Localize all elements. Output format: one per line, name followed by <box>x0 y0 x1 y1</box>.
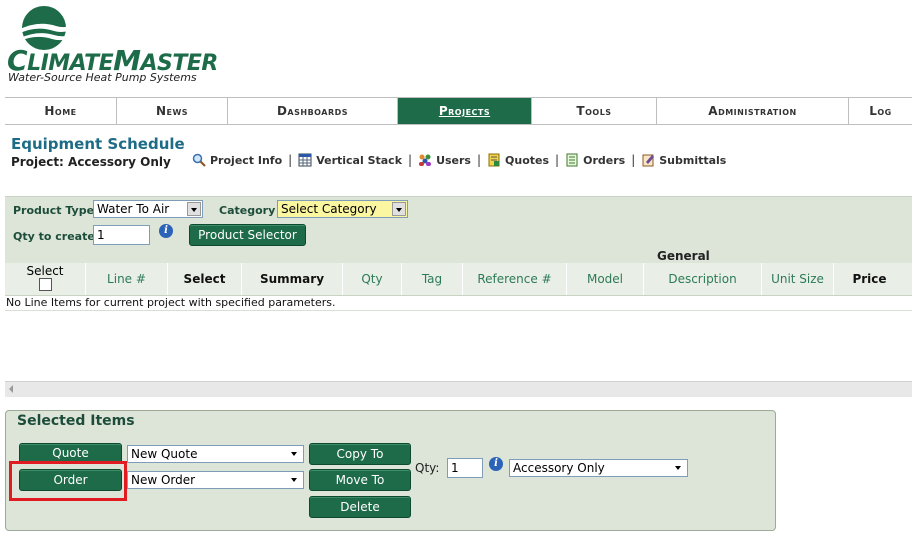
selected-qty-label: Qty: <box>415 461 440 475</box>
column-select: Select <box>167 263 241 295</box>
product-type-label: Product Type <box>13 204 95 217</box>
order-select-value: New Order <box>131 473 196 487</box>
delete-button[interactable]: Delete <box>309 496 411 518</box>
project-links: Project Info | Vertical Stack | Users | … <box>192 153 732 167</box>
link-project-info[interactable]: Project Info <box>192 153 282 167</box>
link-separator: | <box>555 153 560 167</box>
category-label: Category <box>219 204 276 217</box>
link-separator: | <box>476 153 482 167</box>
link-orders[interactable]: Orders <box>565 153 625 167</box>
main-nav: Home News Dashboards Projects Tools Admi… <box>5 97 912 125</box>
qty-to-create-input[interactable]: 1 <box>93 225 150 245</box>
link-submittals[interactable]: Submittals <box>641 153 726 167</box>
move-to-button[interactable]: Move To <box>309 469 411 491</box>
empty-grid-message: No Line Items for current project with s… <box>6 296 336 309</box>
select-all-column: Select <box>5 263 85 295</box>
link-quotes[interactable]: Quotes <box>487 153 549 167</box>
selected-qty-input[interactable]: 1 <box>447 458 483 478</box>
column-qty[interactable]: Qty <box>342 263 401 295</box>
brand-tagline: Water-Source Heat Pump Systems <box>8 71 197 84</box>
column-line-number[interactable]: Line # <box>85 263 167 295</box>
copy-to-button[interactable]: Copy To <box>309 443 411 465</box>
link-separator: | <box>288 153 293 167</box>
category-value: Select Category <box>281 202 377 216</box>
nav-log[interactable]: Log <box>849 98 912 124</box>
scroll-left-arrow-icon[interactable] <box>9 385 13 393</box>
target-project-value: Accessory Only <box>513 461 605 475</box>
column-summary: Summary <box>241 263 342 295</box>
chevron-down-icon <box>187 202 201 216</box>
column-tag[interactable]: Tag <box>401 263 462 295</box>
nav-projects[interactable]: Projects <box>398 98 532 124</box>
nav-tools[interactable]: Tools <box>532 98 657 124</box>
chevron-down-icon <box>288 473 302 487</box>
order-select[interactable]: New Order <box>127 471 304 489</box>
order-button-highlight <box>9 461 127 501</box>
quote-doc-icon <box>488 153 500 167</box>
qty-to-create-label: Qty to create <box>13 230 95 243</box>
column-reference[interactable]: Reference # <box>462 263 566 295</box>
project-name: Project: Accessory Only <box>11 155 171 169</box>
column-description[interactable]: Description <box>643 263 761 295</box>
product-type-select[interactable]: Water To Air <box>93 200 203 218</box>
link-separator: | <box>631 153 636 167</box>
grid-divider <box>5 310 912 311</box>
horizontal-scrollbar[interactable] <box>5 381 912 397</box>
grid-icon <box>298 153 312 167</box>
select-all-checkbox[interactable] <box>38 278 52 291</box>
grid-group-header-row <box>5 248 912 263</box>
chevron-down-icon <box>672 461 686 475</box>
chevron-down-icon <box>392 202 406 216</box>
product-type-value: Water To Air <box>97 202 170 216</box>
nav-news[interactable]: News <box>117 98 228 124</box>
category-select[interactable]: Select Category <box>277 200 408 218</box>
quote-select[interactable]: New Quote <box>127 445 304 463</box>
magnifier-icon <box>192 153 206 167</box>
column-unit-size[interactable]: Unit Size <box>761 263 833 295</box>
target-project-select[interactable]: Accessory Only <box>509 459 688 477</box>
nav-administration[interactable]: Administration <box>657 98 849 124</box>
select-all-label: Select <box>26 264 64 278</box>
link-users[interactable]: Users <box>418 153 471 167</box>
nav-dashboards[interactable]: Dashboards <box>228 98 398 124</box>
page-title: Equipment Schedule <box>11 135 185 153</box>
nav-home[interactable]: Home <box>5 98 117 124</box>
info-icon[interactable]: i <box>159 224 173 238</box>
submittals-icon <box>642 154 655 167</box>
grid-group-header: General <box>657 249 710 263</box>
users-icon <box>419 154 432 166</box>
link-vertical-stack[interactable]: Vertical Stack <box>298 153 402 167</box>
quote-select-value: New Quote <box>131 447 198 461</box>
info-icon[interactable]: i <box>489 457 503 471</box>
orders-doc-icon <box>566 153 578 167</box>
chevron-down-icon <box>288 447 302 461</box>
product-selector-button[interactable]: Product Selector <box>189 224 306 246</box>
column-price: Price <box>833 263 905 295</box>
link-separator: | <box>408 153 413 167</box>
selected-items-title: Selected Items <box>17 413 135 429</box>
column-model[interactable]: Model <box>566 263 643 295</box>
